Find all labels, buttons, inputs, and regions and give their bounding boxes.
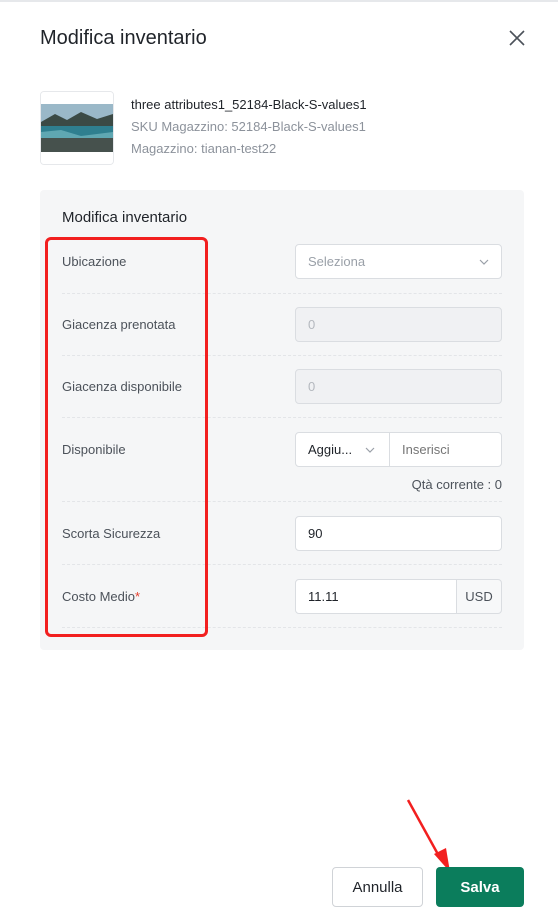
average-cost-input[interactable]: 11.11 — [295, 579, 457, 614]
location-select[interactable]: Seleziona — [295, 244, 502, 279]
safety-stock-value: 90 — [308, 526, 323, 541]
reserved-stock-value: 0 — [308, 317, 316, 332]
product-thumbnail — [40, 91, 114, 165]
average-cost-value: 11.11 — [308, 589, 339, 604]
save-button[interactable]: Salva — [436, 867, 524, 907]
product-warehouse: Magazzino: tianan-test22 — [131, 141, 277, 156]
dialog-title: Modifica inventario — [40, 27, 207, 49]
available-stock-value: 0 — [308, 379, 316, 394]
current-quantity-note: Qtà corrente : 0 — [411, 477, 502, 492]
annotation-highlight-box — [45, 237, 208, 637]
chevron-down-icon — [365, 447, 375, 453]
product-sku: SKU Magazzino: 52184-Black-S-values1 — [131, 119, 366, 134]
form-section-title: Modifica inventario — [62, 209, 188, 226]
product-name: three attributes1_52184-Black-S-values1 — [131, 97, 367, 112]
available-stock-field: 0 — [295, 369, 502, 404]
location-placeholder: Seleziona — [308, 254, 366, 269]
adjust-mode-select[interactable]: Aggiu... — [295, 432, 390, 467]
adjust-mode-value: Aggiu... — [308, 442, 353, 457]
close-icon[interactable] — [505, 26, 529, 50]
currency-suffix: USD — [456, 579, 502, 614]
chevron-down-icon — [479, 259, 489, 265]
available-quantity-input[interactable] — [389, 432, 502, 467]
safety-stock-input[interactable]: 90 — [295, 516, 502, 551]
reserved-stock-field: 0 — [295, 307, 502, 342]
top-divider — [0, 0, 558, 2]
cancel-button[interactable]: Annulla — [332, 867, 423, 907]
